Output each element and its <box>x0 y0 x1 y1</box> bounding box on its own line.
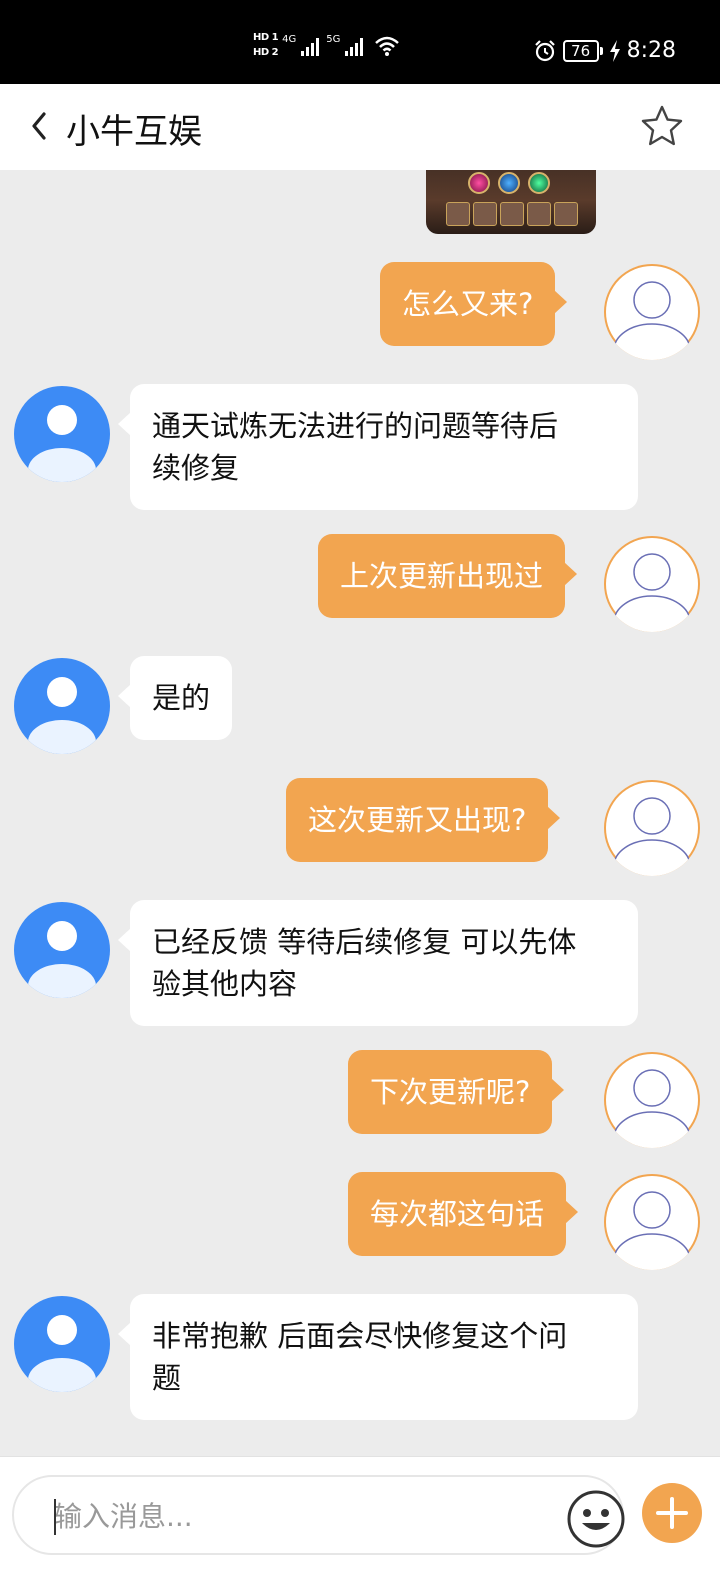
net2-label: 5G <box>326 33 341 45</box>
chat-header: 小牛互娱 <box>0 84 720 170</box>
user-silhouette-icon <box>606 782 698 876</box>
hero-card <box>527 202 551 226</box>
avatar-user[interactable] <box>604 780 700 876</box>
star-icon[interactable] <box>640 104 684 148</box>
system-indicators: 76 8:28 <box>533 38 676 63</box>
user-silhouette-icon <box>28 677 96 754</box>
orb-icon <box>528 172 550 194</box>
net1-label: 4G <box>282 33 297 45</box>
avatar-agent[interactable] <box>14 1296 110 1392</box>
avatar-user[interactable] <box>604 1052 700 1148</box>
input-placeholder: 输入消息... <box>54 1500 193 1533</box>
battery-icon: 76 <box>562 39 603 62</box>
user-silhouette-icon <box>606 1176 698 1270</box>
wifi-icon <box>375 36 400 56</box>
hero-card <box>446 202 470 226</box>
message-bubble-received[interactable]: 是的 <box>117 656 233 740</box>
message-bubble-sent[interactable]: 上次更新出现过 <box>318 534 578 618</box>
user-silhouette-icon <box>606 266 698 360</box>
message-list[interactable]: 怎么又来? 通天试炼无法进行的问题等待后 续修复 上次更新出现过 是的 这次更新… <box>0 170 720 1456</box>
avatar-agent[interactable] <box>14 902 110 998</box>
avatar-agent[interactable] <box>14 658 110 754</box>
user-silhouette-icon <box>606 538 698 632</box>
hero-card <box>473 202 497 226</box>
user-silhouette-icon <box>28 1315 96 1392</box>
battery-tip <box>599 46 603 55</box>
emoji-icon[interactable] <box>566 1489 626 1549</box>
user-silhouette-icon <box>28 405 96 482</box>
status-bar: HD 1 HD 2 4G 5G 76 8:28 <box>0 0 720 84</box>
battery-level: 76 <box>562 39 599 62</box>
user-silhouette-icon <box>606 1054 698 1148</box>
avatar-user[interactable] <box>604 1174 700 1270</box>
sim-labels: HD 1 HD 2 <box>253 32 279 59</box>
page-title: 小牛互娱 <box>66 112 202 152</box>
avatar-user[interactable] <box>604 264 700 360</box>
message-bubble-sent[interactable]: 每次都这句话 <box>348 1172 579 1256</box>
alarm-icon <box>534 39 555 61</box>
hero-card <box>500 202 524 226</box>
user-silhouette-icon <box>28 921 96 998</box>
message-bubble-received[interactable]: 非常抱歉 后面会尽快修复这个问 题 <box>118 1294 638 1420</box>
chevron-left-icon[interactable] <box>26 108 50 144</box>
message-bubble-received[interactable]: 已经反馈 等待后续修复 可以先体 验其他内容 <box>118 900 638 1026</box>
sim1-label: HD 1 <box>253 32 279 43</box>
network-indicators: HD 1 HD 2 4G 5G <box>253 32 400 59</box>
charging-icon <box>609 39 620 62</box>
message-bubble-sent[interactable]: 怎么又来? <box>380 262 568 346</box>
signal-icon <box>301 37 320 56</box>
text-caret <box>54 1499 56 1535</box>
add-attachment-button[interactable] <box>642 1483 702 1543</box>
signal-icon <box>345 37 364 56</box>
composer-bar: 输入消息... <box>0 1456 720 1584</box>
orb-icon <box>468 172 490 194</box>
game-screenshot-thumbnail[interactable] <box>426 170 596 234</box>
avatar-user[interactable] <box>604 536 700 632</box>
clock: 8:28 <box>626 38 676 63</box>
avatar-agent[interactable] <box>14 386 110 482</box>
message-bubble-sent[interactable]: 下次更新呢? <box>348 1050 565 1134</box>
orb-icon <box>498 172 520 194</box>
message-bubble-sent[interactable]: 这次更新又出现? <box>286 778 561 862</box>
hero-card <box>554 202 578 226</box>
message-bubble-received[interactable]: 通天试炼无法进行的问题等待后 续修复 <box>118 384 638 510</box>
sim2-label: HD 2 <box>253 47 279 58</box>
message-input[interactable]: 输入消息... <box>12 1475 626 1555</box>
